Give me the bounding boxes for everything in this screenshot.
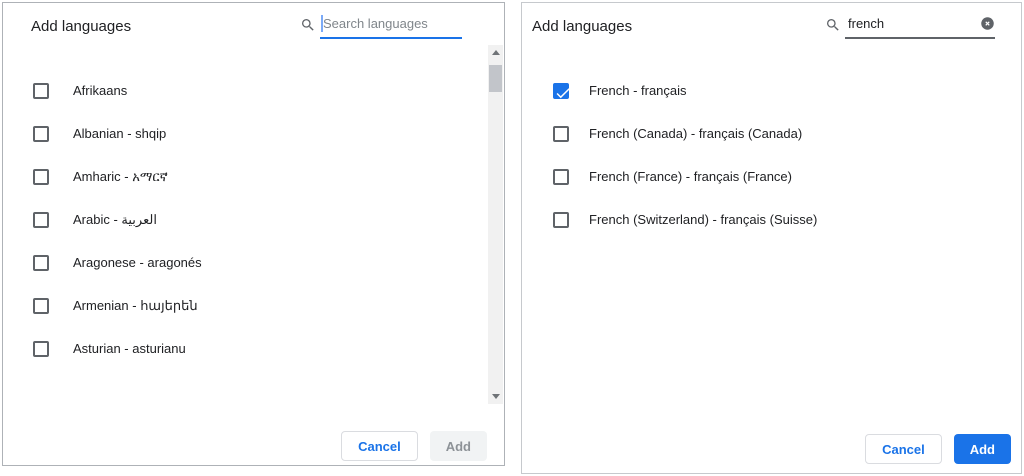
search-languages-field — [825, 13, 995, 39]
scrollbar-thumb[interactable] — [489, 65, 502, 92]
language-list-item[interactable]: Armenian - հայերեն — [3, 284, 504, 327]
scrollbar-down-icon[interactable] — [488, 389, 503, 404]
language-label: French (France) - français (France) — [589, 169, 792, 184]
language-label: Albanian - shqip — [73, 126, 167, 141]
language-list-item[interactable]: French (Canada) - français (Canada) — [522, 112, 1021, 155]
dialog-header: Add languages — [522, 3, 1021, 49]
text-caret — [321, 15, 323, 32]
dialog-header: Add languages — [3, 3, 504, 49]
dialog-title: Add languages — [532, 17, 633, 35]
add-button[interactable]: Add — [429, 431, 487, 461]
search-input-underline — [845, 13, 995, 39]
language-checkbox[interactable] — [553, 211, 569, 228]
language-label: Arabic - العربية — [73, 211, 157, 227]
language-list-item[interactable]: French (Switzerland) - français (Suisse) — [522, 198, 1021, 241]
add-languages-screens: Add languages Afrikaans — [0, 0, 1024, 476]
search-icon — [302, 19, 314, 31]
language-label: Afrikaans — [73, 83, 128, 98]
language-list-item[interactable]: Aragonese - aragonés — [3, 241, 504, 284]
language-checkbox[interactable] — [33, 82, 49, 99]
dialog-footer: Cancel Add — [865, 434, 1011, 464]
language-label: Asturian - asturianu — [73, 341, 186, 356]
clear-search-button[interactable] — [980, 16, 995, 34]
language-checkbox[interactable] — [33, 340, 49, 357]
search-icon — [827, 19, 839, 31]
clear-icon — [981, 17, 994, 30]
cancel-button[interactable]: Cancel — [341, 431, 418, 461]
language-checkbox[interactable] — [33, 125, 49, 142]
language-list: French - français French (Canada) - fran… — [522, 69, 1021, 241]
language-checkbox[interactable] — [553, 82, 570, 99]
language-list-item[interactable]: Amharic - አማርኛ — [3, 155, 504, 198]
language-label: Armenian - հայերեն — [73, 297, 198, 313]
add-languages-dialog-filtered: Add languages french French - français F… — [521, 2, 1022, 474]
language-checkbox[interactable] — [33, 297, 49, 314]
language-checkbox[interactable] — [553, 125, 569, 142]
search-input[interactable] — [320, 16, 462, 34]
search-input[interactable] — [845, 16, 980, 34]
cancel-button[interactable]: Cancel — [865, 434, 942, 464]
dialog-title: Add languages — [31, 17, 132, 35]
add-languages-dialog-unfiltered: Add languages Afrikaans — [2, 2, 505, 466]
language-checkbox[interactable] — [33, 211, 49, 228]
language-list: Afrikaans Albanian - shqip Amharic - አማር… — [3, 69, 504, 370]
language-label: French - français — [589, 83, 687, 98]
scrollbar[interactable] — [488, 45, 503, 404]
language-list-item[interactable]: Asturian - asturianu — [3, 327, 504, 370]
language-list-item[interactable]: Afrikaans — [3, 69, 504, 112]
language-label: Amharic - አማርኛ — [73, 168, 168, 184]
language-label: Aragonese - aragonés — [73, 255, 202, 270]
check-icon — [556, 87, 570, 98]
search-input-underline — [320, 13, 462, 39]
language-list-item[interactable]: French (France) - français (France) — [522, 155, 1021, 198]
language-label: French (Switzerland) - français (Suisse) — [589, 212, 818, 227]
language-list-item[interactable]: Albanian - shqip — [3, 112, 504, 155]
language-list-item[interactable]: Arabic - العربية — [3, 198, 504, 241]
scrollbar-up-icon[interactable] — [488, 45, 503, 60]
search-languages-field — [300, 13, 462, 39]
language-label: French (Canada) - français (Canada) — [589, 126, 803, 141]
add-button[interactable]: Add — [953, 434, 1011, 464]
language-checkbox[interactable] — [553, 168, 569, 185]
language-list-item[interactable]: French - français — [522, 69, 1021, 112]
dialog-footer: Cancel Add — [341, 431, 487, 461]
language-checkbox[interactable] — [33, 254, 49, 271]
language-checkbox[interactable] — [33, 168, 49, 185]
